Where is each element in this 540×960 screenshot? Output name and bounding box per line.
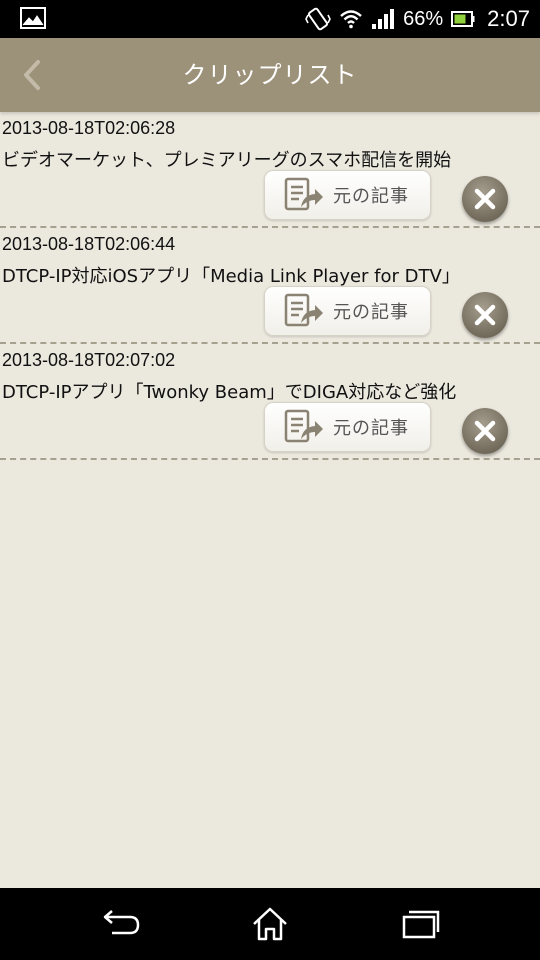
clip-title[interactable]: DTCP-IPアプリ「Twonky Beam」でDIGA対応など強化 — [2, 378, 538, 404]
document-share-icon — [284, 409, 323, 443]
clip-title[interactable]: DTCP-IP対応iOSアプリ「Media Link Player for DT… — [2, 262, 538, 288]
source-article-label: 元の記事 — [333, 418, 409, 439]
page-title: クリップリスト — [182, 61, 358, 89]
battery-percent: 66% — [403, 7, 444, 30]
clip-date: 2013-08-18T02:06:44 — [2, 234, 176, 254]
clip-item: 2013-08-18T02:06:44 DTCP-IP対応iOSアプリ「Medi… — [0, 228, 540, 344]
clip-list: 2013-08-18T02:06:28 ビデオマーケット、プレミアリーグのスマホ… — [0, 112, 540, 888]
nav-recent-apps-button[interactable] — [370, 888, 470, 960]
clock: 2:07 — [487, 6, 530, 31]
status-bar: 66% 2:07 — [0, 0, 540, 38]
clip-title[interactable]: ビデオマーケット、プレミアリーグのスマホ配信を開始 — [2, 146, 538, 172]
battery-icon — [451, 11, 475, 27]
nav-back-button[interactable] — [70, 888, 170, 960]
document-share-icon — [284, 293, 323, 327]
source-article-label: 元の記事 — [333, 302, 409, 323]
source-article-label: 元の記事 — [333, 186, 409, 207]
home-icon — [253, 907, 287, 941]
clip-item: 2013-08-18T02:07:02 DTCP-IPアプリ「Twonky Be… — [0, 344, 540, 460]
app-header: クリップリスト — [0, 38, 540, 112]
document-share-icon — [284, 177, 323, 211]
picture-icon — [20, 7, 46, 29]
close-icon — [474, 420, 496, 442]
vibrate-icon — [305, 7, 332, 31]
clip-item: 2013-08-18T02:06:28 ビデオマーケット、プレミアリーグのスマホ… — [0, 112, 540, 228]
delete-clip-button[interactable] — [462, 292, 508, 338]
source-article-button[interactable]: 元の記事 — [264, 286, 431, 336]
delete-clip-button[interactable] — [462, 408, 508, 454]
divider — [0, 458, 540, 460]
source-article-button[interactable]: 元の記事 — [264, 170, 431, 220]
clip-date: 2013-08-18T02:07:02 — [2, 350, 176, 370]
source-article-button[interactable]: 元の記事 — [264, 402, 431, 452]
wifi-icon — [340, 10, 362, 29]
delete-clip-button[interactable] — [462, 176, 508, 222]
signal-icon — [372, 9, 395, 29]
close-icon — [474, 188, 496, 210]
clip-date: 2013-08-18T02:06:28 — [2, 118, 176, 138]
close-icon — [474, 304, 496, 326]
recent-apps-icon — [402, 910, 440, 939]
nav-home-button[interactable] — [220, 888, 320, 960]
back-arrow-icon — [103, 910, 140, 935]
system-nav-bar — [0, 888, 540, 960]
